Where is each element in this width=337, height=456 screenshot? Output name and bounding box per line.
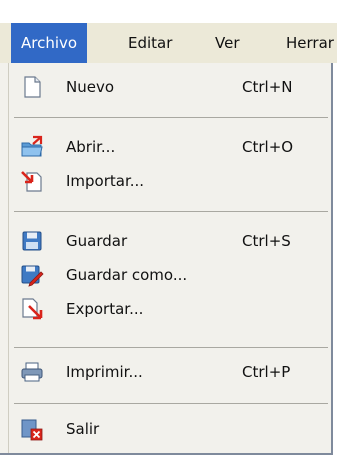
open-folder-icon bbox=[20, 135, 44, 159]
menu-item-abrir[interactable]: Abrir... Ctrl+O bbox=[0, 130, 331, 164]
exit-icon bbox=[20, 417, 44, 441]
menu-item-salir[interactable]: Salir bbox=[0, 412, 331, 446]
menu-ver[interactable]: Ver bbox=[215, 23, 240, 63]
menu-archivo[interactable]: Archivo bbox=[11, 23, 88, 63]
menu-item-nuevo[interactable]: Nuevo Ctrl+N bbox=[0, 70, 331, 104]
export-icon bbox=[20, 297, 44, 321]
menu-item-importar[interactable]: Importar... bbox=[0, 164, 331, 198]
menu-item-guardar[interactable]: Guardar Ctrl+S bbox=[0, 224, 331, 258]
menu-item-label: Exportar... bbox=[66, 300, 144, 318]
menu-separator bbox=[14, 211, 328, 212]
window-top-strip bbox=[0, 0, 337, 23]
file-menu-dropdown: Nuevo Ctrl+N Abrir... Ctrl+O Importar... bbox=[0, 63, 333, 455]
menu-bar: Archivo Editar Ver Herrar bbox=[0, 23, 337, 63]
menu-item-label: Guardar bbox=[66, 232, 128, 250]
menu-separator bbox=[14, 117, 328, 118]
menu-item-shortcut: Ctrl+P bbox=[242, 363, 291, 381]
menu-item-label: Salir bbox=[66, 420, 100, 438]
menu-item-label: Imprimir... bbox=[66, 363, 143, 381]
menu-separator bbox=[14, 403, 328, 404]
menu-separator bbox=[14, 347, 328, 348]
menu-herramientas[interactable]: Herrar bbox=[286, 23, 334, 63]
save-icon bbox=[20, 229, 44, 253]
menu-item-shortcut: Ctrl+N bbox=[242, 78, 293, 96]
menu-editar[interactable]: Editar bbox=[128, 23, 172, 63]
menu-item-imprimir[interactable]: Imprimir... Ctrl+P bbox=[0, 355, 331, 389]
menu-item-shortcut: Ctrl+S bbox=[242, 232, 291, 250]
menu-item-label: Nuevo bbox=[66, 78, 115, 96]
printer-icon bbox=[20, 360, 44, 384]
menu-item-label: Abrir... bbox=[66, 138, 116, 156]
save-as-icon bbox=[20, 263, 44, 287]
menu-item-label: Importar... bbox=[66, 172, 145, 190]
import-icon bbox=[20, 169, 44, 193]
new-document-icon bbox=[20, 75, 44, 99]
menu-item-guardar-como[interactable]: Guardar como... bbox=[0, 258, 331, 292]
menu-item-exportar[interactable]: Exportar... bbox=[0, 292, 331, 326]
menu-item-shortcut: Ctrl+O bbox=[242, 138, 294, 156]
menu-item-label: Guardar como... bbox=[66, 266, 188, 284]
